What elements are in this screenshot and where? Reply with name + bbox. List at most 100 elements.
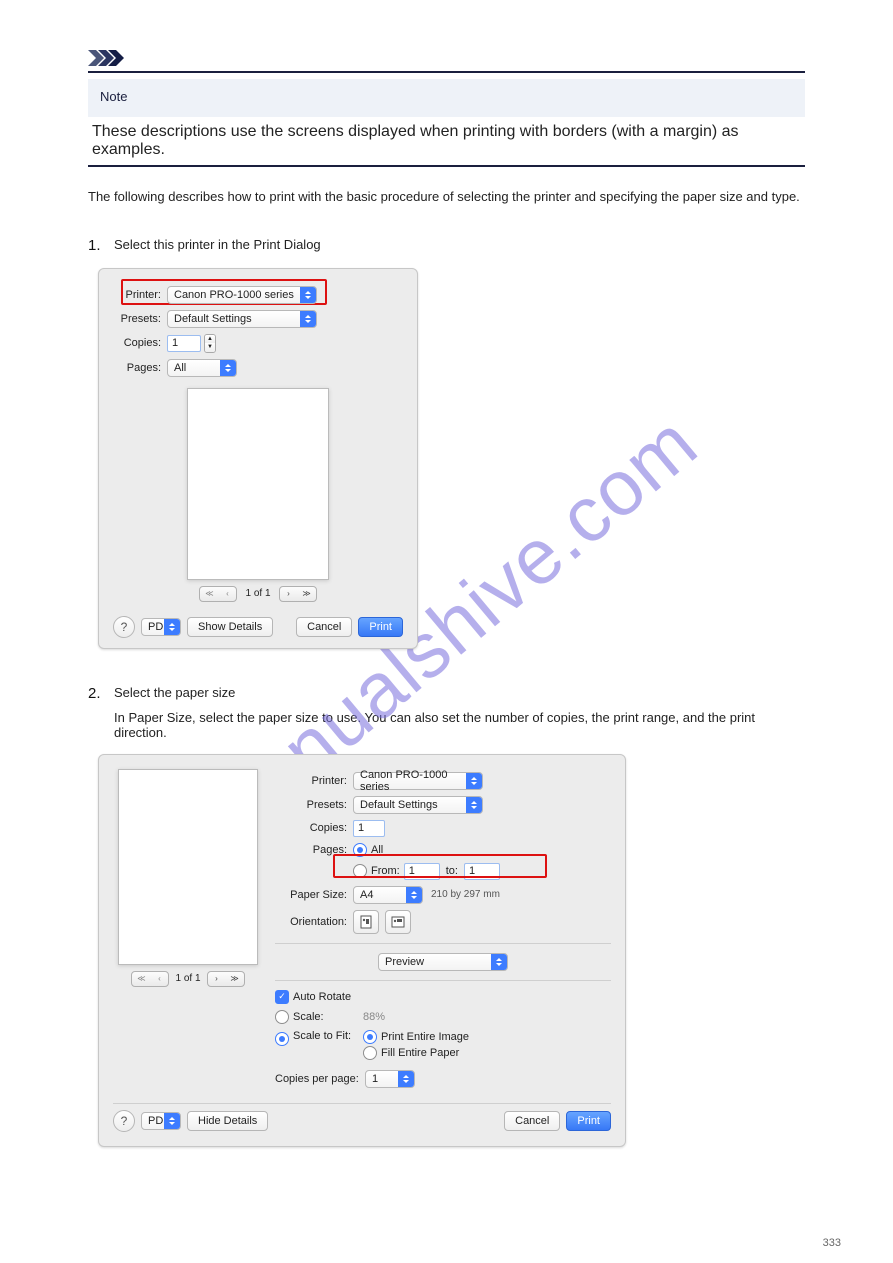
page-of-text: 1 of 1: [175, 973, 200, 984]
printer-label: Printer:: [113, 289, 167, 301]
page-preview: [118, 769, 258, 965]
select-cap-icon: [220, 360, 236, 376]
copies-label: Copies:: [113, 337, 167, 349]
preview-next-buttons[interactable]: ›≫: [207, 971, 245, 987]
select-cap-icon: [398, 1071, 414, 1087]
presets-label: Presets:: [275, 799, 353, 811]
printer-select[interactable]: Canon PRO-1000 series: [167, 286, 317, 304]
auto-rotate-label: Auto Rotate: [293, 991, 351, 1003]
show-details-button[interactable]: Show Details: [187, 617, 273, 637]
pages-value: All: [174, 362, 186, 374]
section-dropdown[interactable]: Preview: [378, 953, 508, 971]
from-value: 1: [409, 865, 415, 877]
cancel-button[interactable]: Cancel: [296, 617, 352, 637]
printer-label: Printer:: [275, 775, 353, 787]
step-2-number: 2.: [88, 685, 104, 740]
printer-select[interactable]: Canon PRO-1000 series: [353, 772, 483, 790]
copies-stepper[interactable]: ▲▼: [204, 334, 216, 353]
page-number: 333: [823, 1237, 841, 1249]
scale-to-fit-radio[interactable]: [275, 1032, 289, 1046]
select-cap-icon: [406, 887, 422, 903]
pdf-menu[interactable]: PDF: [141, 1112, 181, 1130]
presets-label: Presets:: [113, 313, 167, 325]
note-title: Note: [88, 79, 805, 117]
auto-rotate-checkbox[interactable]: ✓: [275, 990, 289, 1004]
scale-radio[interactable]: [275, 1010, 289, 1024]
note-heading-block: Note These descriptions use the screens …: [88, 71, 805, 167]
select-cap-icon: [466, 773, 482, 789]
print-entire-label: Print Entire Image: [381, 1031, 469, 1043]
paper-size-dim: 210 by 297 mm: [431, 889, 500, 900]
copies-value: 1: [172, 337, 178, 349]
orientation-label: Orientation:: [275, 916, 353, 928]
copies-input[interactable]: 1: [353, 820, 385, 837]
fill-paper-label: Fill Entire Paper: [381, 1047, 459, 1059]
orientation-landscape-button[interactable]: [385, 910, 411, 934]
cancel-button[interactable]: Cancel: [504, 1111, 560, 1131]
copies-per-page-select[interactable]: 1: [365, 1070, 415, 1088]
page-preview: [187, 388, 329, 580]
presets-select[interactable]: Default Settings: [167, 310, 317, 328]
orientation-portrait-button[interactable]: [353, 910, 379, 934]
separator: [275, 980, 611, 981]
to-value: 1: [469, 865, 475, 877]
separator: [275, 943, 611, 944]
preview-prev-buttons[interactable]: ≪‹: [131, 971, 169, 987]
scale-value: 88%: [363, 1011, 385, 1023]
paper-size-select[interactable]: A4: [353, 886, 423, 904]
pages-label: Pages:: [275, 844, 353, 856]
pages-range-radio[interactable]: [353, 864, 367, 878]
print-dialog-compact: Printer: Canon PRO-1000 series Presets: …: [98, 268, 418, 649]
fill-paper-radio[interactable]: [363, 1046, 377, 1060]
step-2: 2. Select the paper size In Paper Size, …: [88, 685, 805, 740]
copies-value: 1: [358, 822, 364, 834]
pages-select[interactable]: All: [167, 359, 237, 377]
print-entire-radio[interactable]: [363, 1030, 377, 1044]
separator: [113, 1103, 611, 1104]
select-cap-icon: [466, 797, 482, 813]
section-dropdown-value: Preview: [385, 956, 424, 968]
step-1-text: Select this printer in the Print Dialog: [114, 237, 805, 254]
select-cap-icon: [164, 619, 180, 635]
paper-size-value: A4: [360, 889, 373, 901]
select-cap-icon: [491, 954, 507, 970]
step-2-text: Select the paper size: [114, 685, 805, 700]
scale-label: Scale:: [293, 1011, 363, 1023]
note-chevron-icon: [88, 50, 124, 66]
to-label: to:: [446, 865, 458, 877]
from-label: From:: [371, 865, 400, 877]
pages-all-label: All: [371, 844, 383, 856]
preview-next-buttons[interactable]: ›≫: [279, 586, 317, 602]
select-cap-icon: [300, 287, 316, 303]
presets-value: Default Settings: [174, 313, 252, 325]
help-button[interactable]: ?: [113, 1110, 135, 1132]
help-button[interactable]: ?: [113, 616, 135, 638]
copies-label: Copies:: [275, 822, 353, 834]
page-of-text: 1 of 1: [245, 588, 270, 599]
step-1: 1. Select this printer in the Print Dial…: [88, 237, 805, 254]
presets-select[interactable]: Default Settings: [353, 796, 483, 814]
paper-size-label: Paper Size:: [275, 889, 353, 901]
from-input[interactable]: 1: [404, 863, 440, 880]
printer-value: Canon PRO-1000 series: [360, 769, 478, 793]
copies-per-page-value: 1: [372, 1073, 378, 1085]
to-input[interactable]: 1: [464, 863, 500, 880]
print-button[interactable]: Print: [358, 617, 403, 637]
print-button[interactable]: Print: [566, 1111, 611, 1131]
hide-details-button[interactable]: Hide Details: [187, 1111, 268, 1131]
presets-value: Default Settings: [360, 799, 438, 811]
step-1-number: 1.: [88, 237, 104, 254]
scale-to-fit-label: Scale to Fit:: [293, 1030, 363, 1042]
preview-prev-buttons[interactable]: ≪‹: [199, 586, 237, 602]
note-body: These descriptions use the screens displ…: [92, 123, 805, 159]
printer-value: Canon PRO-1000 series: [174, 289, 294, 301]
select-cap-icon: [300, 311, 316, 327]
pages-all-radio[interactable]: [353, 843, 367, 857]
step-2-note: In Paper Size, select the paper size to …: [114, 710, 805, 740]
select-cap-icon: [164, 1113, 180, 1129]
copies-input[interactable]: 1: [167, 335, 201, 352]
pages-label: Pages:: [113, 362, 167, 374]
intro-text: The following describes how to print wit…: [88, 187, 805, 207]
copies-per-page-label: Copies per page:: [275, 1073, 365, 1085]
pdf-menu[interactable]: PDF: [141, 618, 181, 636]
